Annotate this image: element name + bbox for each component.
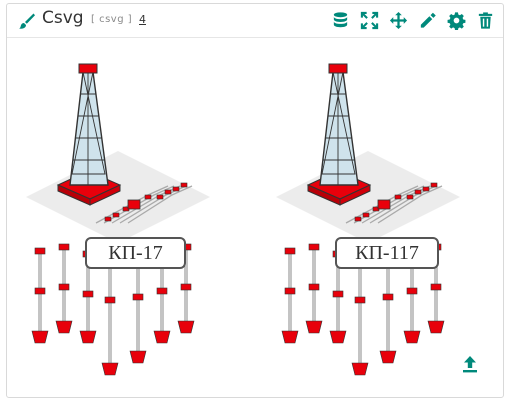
widget-header: Csvg [ csvg ] 4 — [7, 4, 503, 38]
widget-card: Csvg [ csvg ] 4 КП-17 КП-117 — [6, 3, 504, 398]
expand-icon[interactable] — [360, 11, 379, 30]
platform-2 — [276, 63, 460, 376]
platform-label-2[interactable]: КП-117 — [335, 237, 439, 269]
widget-title: Csvg — [42, 8, 84, 28]
move-icon[interactable] — [389, 11, 408, 30]
widget-toolbar — [331, 11, 495, 30]
widget-count-link[interactable]: 4 — [139, 13, 146, 26]
brush-icon — [18, 12, 36, 30]
settings-icon[interactable] — [447, 11, 466, 30]
platform-label-1[interactable]: КП-17 — [85, 237, 186, 269]
database-icon[interactable] — [331, 11, 350, 30]
platform-1 — [26, 63, 210, 376]
edit-icon[interactable] — [418, 11, 437, 30]
scheme-canvas: КП-17 КП-117 — [8, 39, 502, 396]
widget-type-tag: [ csvg ] — [91, 14, 133, 25]
delete-icon[interactable] — [476, 11, 495, 30]
upload-icon[interactable] — [460, 354, 480, 374]
